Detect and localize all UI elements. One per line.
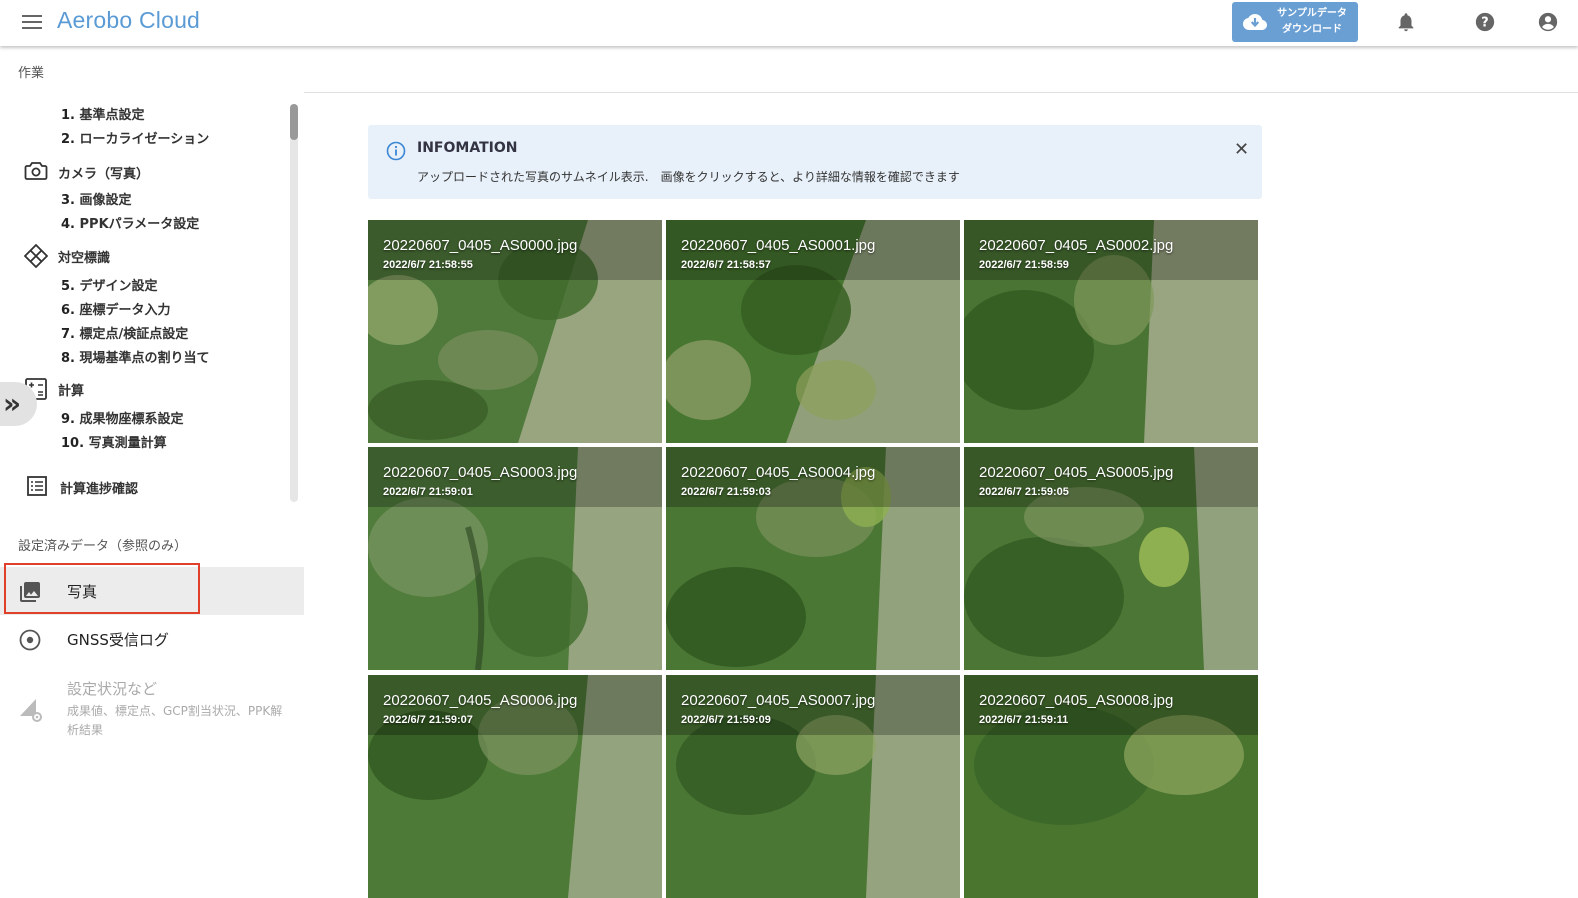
step-item[interactable]: 7. 標定点/検証点設定 [61, 323, 188, 342]
step-item[interactable]: 6. 座標データ入力 [61, 299, 171, 318]
photo-filename: 20220607_0405_AS0007.jpg [681, 692, 876, 709]
photo-filename: 20220607_0405_AS0006.jpg [383, 692, 578, 709]
photo-timestamp: 2022/6/7 21:59:05 [979, 486, 1069, 498]
photo-timestamp: 2022/6/7 21:59:03 [681, 486, 771, 498]
info-banner: INFOMATION アップロードされた写真のサムネイル表示. 画像をクリックす… [368, 125, 1262, 199]
photo-tile[interactable]: 20220607_0405_AS0003.jpg 2022/6/7 21:59:… [368, 447, 662, 670]
photo-timestamp: 2022/6/7 21:59:01 [383, 486, 473, 498]
account-icon[interactable] [1537, 11, 1559, 33]
main-content: INFOMATION アップロードされた写真のサムネイル表示. 画像をクリックす… [304, 46, 1578, 898]
target-marker-icon [24, 244, 48, 268]
list-icon [27, 476, 47, 496]
info-icon [386, 141, 406, 161]
photo-tile[interactable]: 20220607_0405_AS0006.jpg 2022/6/7 21:59:… [368, 675, 662, 898]
photo-timestamp: 2022/6/7 21:58:57 [681, 259, 771, 271]
divider [304, 92, 1578, 93]
photo-grid: 20220607_0405_AS0000.jpg 2022/6/7 21:58:… [368, 220, 1258, 898]
photo-tile[interactable]: 20220607_0405_AS0004.jpg 2022/6/7 21:59:… [666, 447, 960, 670]
photo-filename: 20220607_0405_AS0001.jpg [681, 237, 876, 254]
photo-filename: 20220607_0405_AS0003.jpg [383, 464, 578, 481]
photo-filename: 20220607_0405_AS0004.jpg [681, 464, 876, 481]
collapse-sidebar-button[interactable]: » [0, 382, 37, 426]
photo-tile[interactable]: 20220607_0405_AS0000.jpg 2022/6/7 21:58:… [368, 220, 662, 443]
photo-tile[interactable]: 20220607_0405_AS0008.jpg 2022/6/7 21:59:… [964, 675, 1258, 898]
nav-settings-status: 設定状況など [67, 680, 158, 698]
settings-signal-icon [20, 699, 42, 722]
menu-icon[interactable] [22, 12, 42, 32]
double-chevron-icon: » [3, 387, 22, 420]
step-item[interactable]: 2. ローカライゼーション [61, 128, 209, 147]
svg-text:?: ? [1481, 16, 1488, 31]
download-label: サンプルデータ ダウンロード [1277, 8, 1347, 35]
help-icon[interactable]: ? [1474, 11, 1496, 33]
app-title[interactable]: Aerobo Cloud [57, 7, 200, 34]
photo-filename: 20220607_0405_AS0002.jpg [979, 237, 1174, 254]
camera-icon [24, 162, 48, 180]
radio-target-icon [19, 629, 41, 651]
photo-timestamp: 2022/6/7 21:59:11 [979, 714, 1069, 726]
nav-settings-description: 成果値、標定点、GCP割当状況、PPK解析結果 [67, 704, 283, 737]
step-item[interactable]: 9. 成果物座標系設定 [61, 408, 184, 427]
photo-filename: 20220607_0405_AS0008.jpg [979, 692, 1174, 709]
photo-timestamp: 2022/6/7 21:58:59 [979, 259, 1069, 271]
step-item[interactable]: 3. 画像設定 [61, 189, 132, 208]
photo-tile[interactable]: 20220607_0405_AS0005.jpg 2022/6/7 21:59:… [964, 447, 1258, 670]
photo-tile[interactable]: 20220607_0405_AS0007.jpg 2022/6/7 21:59:… [666, 675, 960, 898]
sidebar: 作業 1. 基準点設定 2. ローカライゼーション カメラ（写真） 3. 画像設… [0, 46, 304, 811]
photo-tile[interactable]: 20220607_0405_AS0002.jpg 2022/6/7 21:58:… [964, 220, 1258, 443]
photo-filename: 20220607_0405_AS0000.jpg [383, 237, 578, 254]
info-title: INFOMATION [417, 140, 518, 156]
step-item[interactable]: 8. 現場基準点の割り当て [61, 347, 210, 366]
step-item[interactable]: 10. 写真測量計算 [61, 432, 167, 451]
cloud-download-icon [1243, 14, 1267, 30]
highlight-box [4, 563, 200, 614]
nav-gnss-log[interactable]: GNSS受信ログ [0, 615, 304, 663]
photo-tile[interactable]: 20220607_0405_AS0001.jpg 2022/6/7 21:58:… [666, 220, 960, 443]
section-work-label: 作業 [18, 66, 45, 81]
sample-data-download-button[interactable]: サンプルデータ ダウンロード [1232, 2, 1358, 42]
bell-icon[interactable] [1395, 11, 1417, 33]
photo-filename: 20220607_0405_AS0005.jpg [979, 464, 1174, 481]
section-ref-label: 設定済みデータ（参照のみ） [18, 539, 188, 554]
photo-timestamp: 2022/6/7 21:59:09 [681, 714, 771, 726]
step-item[interactable]: 1. 基準点設定 [61, 104, 145, 123]
info-text: アップロードされた写真のサムネイル表示. 画像をクリックすると、より詳細な情報を… [417, 170, 960, 184]
close-icon[interactable]: ✕ [1234, 139, 1249, 160]
sidebar-scrollbar[interactable] [290, 104, 298, 502]
photo-timestamp: 2022/6/7 21:58:55 [383, 259, 473, 271]
step-item[interactable]: 5. デザイン設定 [61, 275, 158, 294]
photo-timestamp: 2022/6/7 21:59:07 [383, 714, 473, 726]
app-header: Aerobo Cloud サンプルデータ ダウンロード ? [0, 0, 1578, 46]
step-item[interactable]: 4. PPKパラメータ設定 [61, 213, 199, 232]
scrollbar-thumb[interactable] [290, 104, 298, 140]
